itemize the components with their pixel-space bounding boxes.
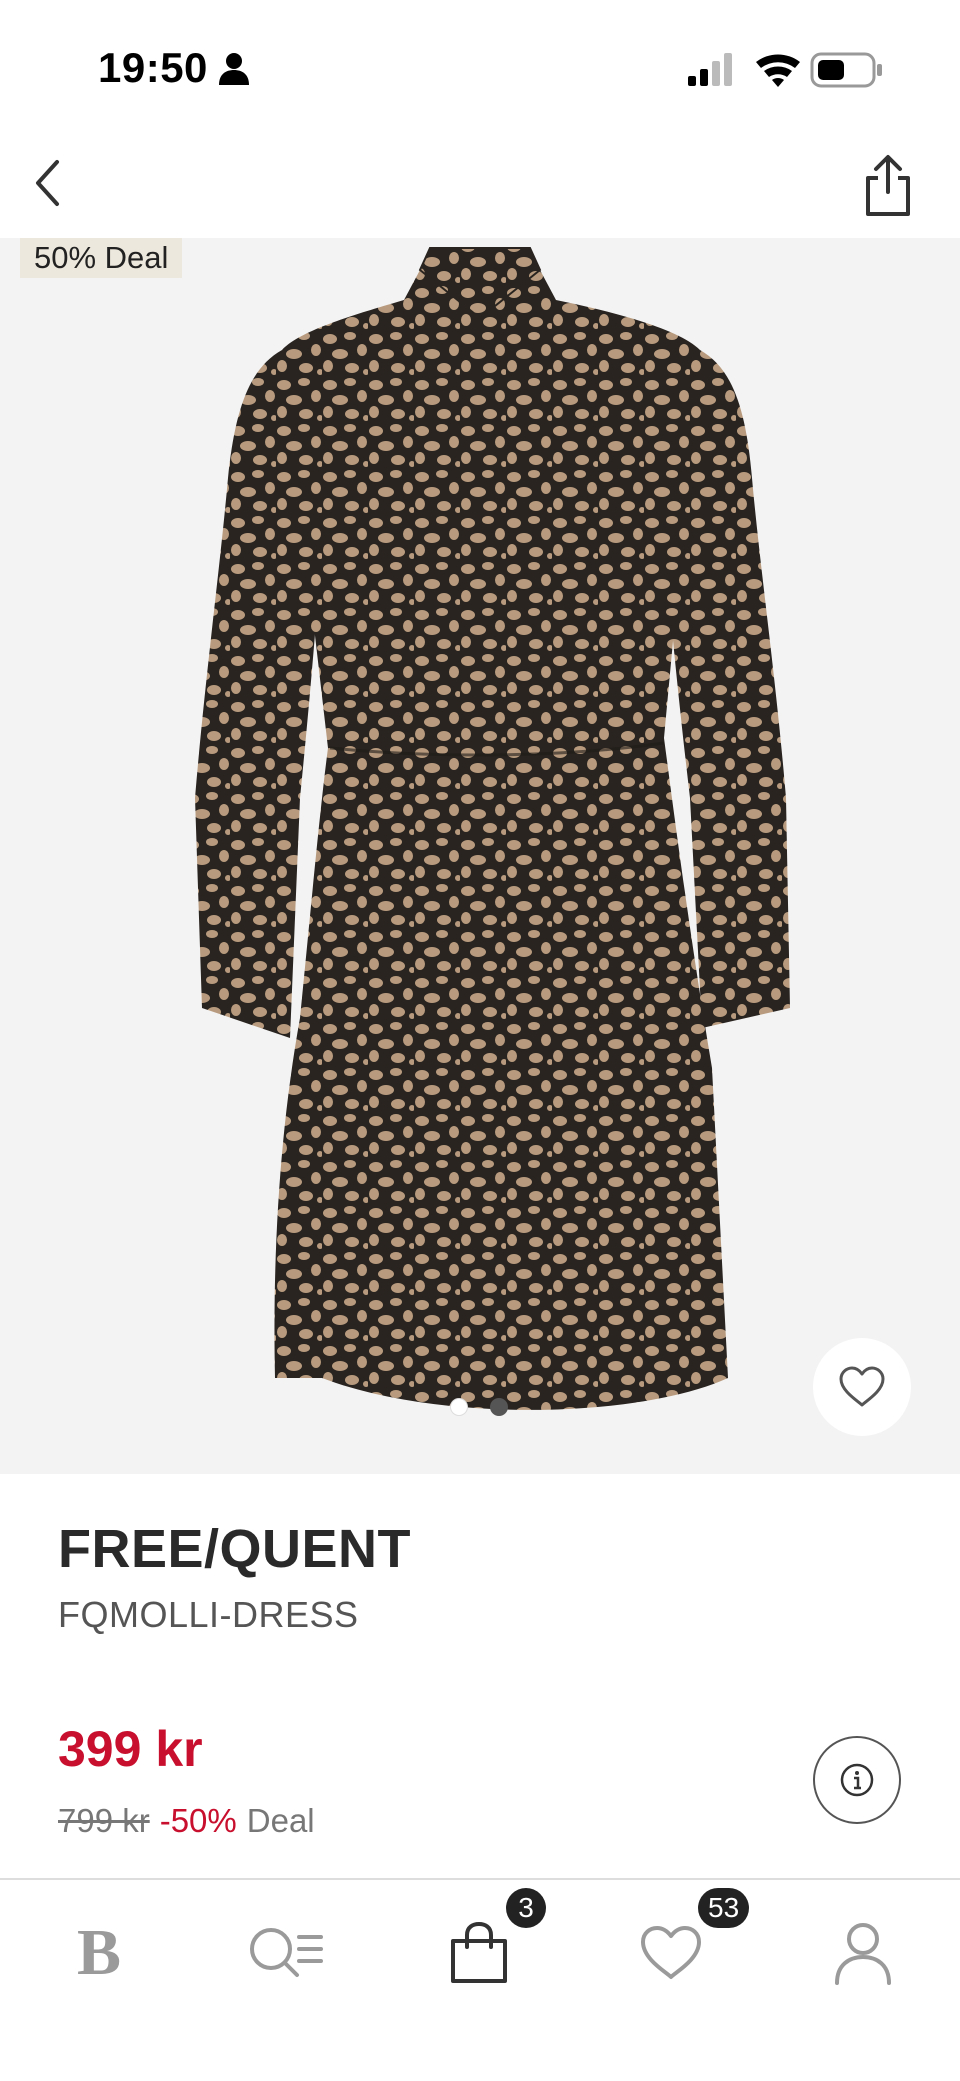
- cellular-signal-icon: [688, 53, 732, 86]
- favorites-count-badge: 53: [698, 1888, 750, 1928]
- battery-icon: [810, 52, 882, 88]
- chevron-left-icon: [36, 160, 59, 206]
- deal-badge: 50% Deal: [20, 238, 183, 278]
- carousel-dot-active: [450, 1398, 468, 1416]
- product-name: FQMOLLI-DRESS: [58, 1594, 359, 1635]
- info-icon: [840, 1763, 874, 1797]
- product-image: [195, 247, 790, 1410]
- tab-profile[interactable]: [808, 1898, 918, 2008]
- status-time: 19:50: [98, 44, 208, 91]
- wifi-icon: [756, 54, 800, 87]
- discount-percent: -50%: [159, 1802, 237, 1839]
- price-details: 799 kr -50% Deal: [58, 1802, 315, 1840]
- bag-count-badge: 3: [506, 1888, 546, 1928]
- sale-price: 399 kr: [58, 1721, 203, 1777]
- brand-name[interactable]: FREE/QUENT: [58, 1518, 411, 1580]
- share-icon: [866, 155, 910, 216]
- brand-logo: B: [76, 1916, 122, 1989]
- shopping-bag-icon: [451, 1921, 507, 1983]
- tab-home[interactable]: B: [44, 1898, 154, 2008]
- bottom-tab-bar: B: [0, 1878, 960, 2081]
- heart-outline-icon: [641, 1926, 701, 1979]
- tab-search[interactable]: [232, 1898, 342, 2008]
- original-price: 799 kr: [58, 1802, 150, 1839]
- person-icon: [219, 53, 249, 85]
- status-bar: 19:50: [0, 0, 960, 140]
- favorite-button[interactable]: [813, 1338, 911, 1436]
- deal-label: Deal: [246, 1802, 315, 1839]
- share-button[interactable]: [858, 152, 918, 220]
- price-info-button[interactable]: [813, 1736, 901, 1824]
- status-indicators: [688, 52, 882, 88]
- search-list-icon: [250, 1928, 323, 1977]
- back-button[interactable]: [28, 152, 88, 212]
- profile-icon: [835, 1923, 891, 1985]
- carousel-dot: [490, 1398, 508, 1416]
- carousel-indicator: [450, 1398, 510, 1418]
- heart-outline-icon: [839, 1366, 885, 1407]
- product-image-carousel[interactable]: 50% Deal: [0, 238, 960, 1474]
